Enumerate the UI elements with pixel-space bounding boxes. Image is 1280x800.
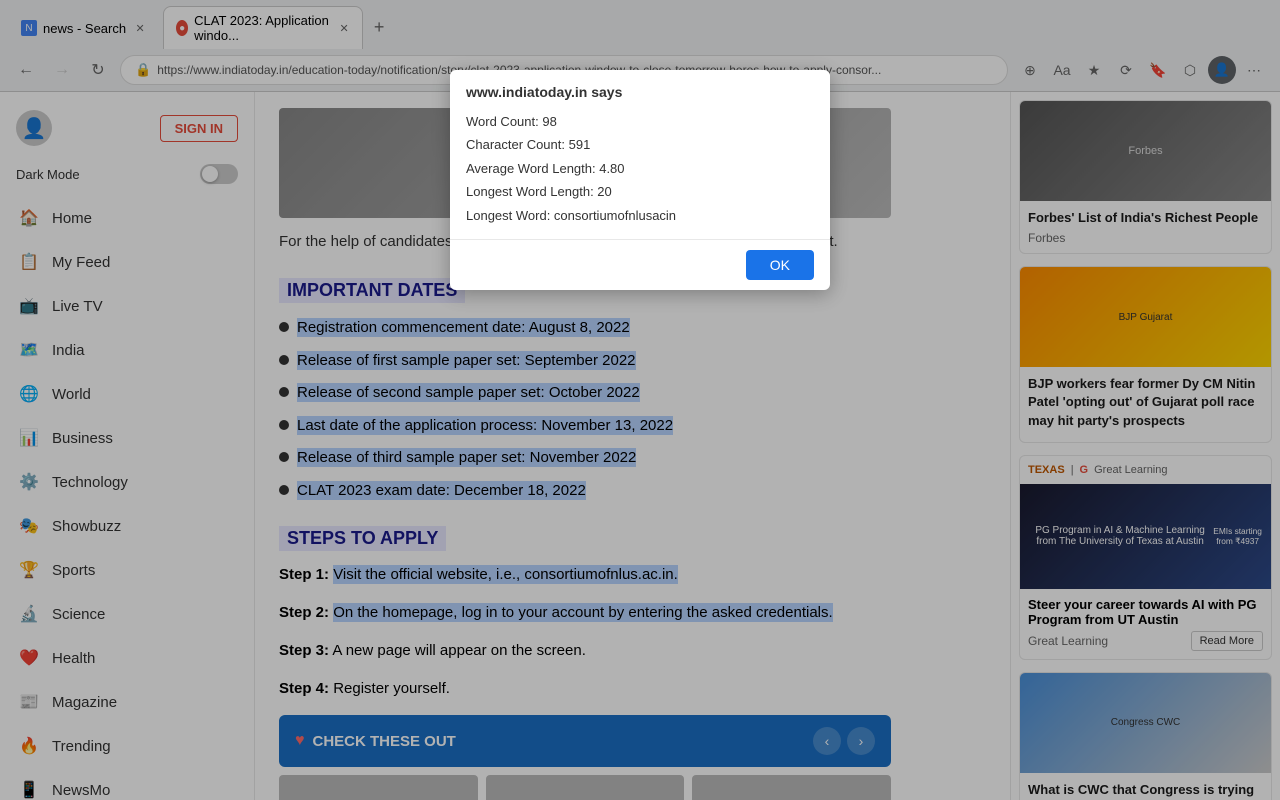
dialog-stat-1: Word Count: 98 [466,110,814,133]
dialog-box: www.indiatoday.in says Word Count: 98 Ch… [450,70,830,290]
dialog-stat-3: Average Word Length: 4.80 [466,157,814,180]
dialog-stat-4: Longest Word Length: 20 [466,180,814,203]
dialog-overlay: www.indiatoday.in says Word Count: 98 Ch… [0,0,1280,800]
dialog-footer: OK [450,239,830,290]
dialog-stat-5: Longest Word: consortiumofnlusacin [466,204,814,227]
dialog-header: www.indiatoday.in says [450,70,830,100]
dialog-content: Word Count: 98 Character Count: 591 Aver… [450,110,830,239]
dialog-site: www.indiatoday.in says [466,84,814,100]
dialog-ok-button[interactable]: OK [746,250,814,280]
dialog-stat-2: Character Count: 591 [466,133,814,156]
